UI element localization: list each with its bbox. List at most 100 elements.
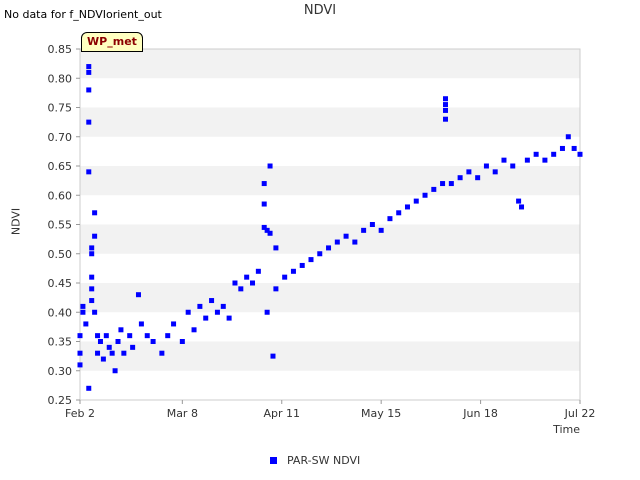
data-point bbox=[214, 309, 220, 315]
data-point bbox=[77, 333, 83, 339]
y-tick-label: 0.75 bbox=[48, 102, 73, 115]
data-point bbox=[97, 339, 103, 344]
data-point bbox=[250, 280, 256, 286]
data-point bbox=[220, 303, 226, 309]
chart-title: NDVI bbox=[303, 3, 337, 18]
data-point bbox=[565, 134, 571, 140]
grid-band bbox=[80, 166, 580, 196]
data-point bbox=[516, 198, 522, 204]
data-point bbox=[448, 181, 454, 187]
data-point bbox=[92, 309, 98, 315]
data-point bbox=[483, 163, 489, 169]
y-tick-label: 0.60 bbox=[48, 189, 73, 202]
y-tick-label: 0.65 bbox=[48, 160, 73, 173]
data-point bbox=[127, 333, 133, 339]
x-tick-label: Mar 8 bbox=[167, 407, 198, 420]
x-tick-label: Apr 11 bbox=[263, 407, 300, 420]
data-point bbox=[80, 303, 86, 309]
data-point bbox=[159, 350, 165, 356]
x-axis-label: Time bbox=[553, 423, 580, 436]
x-tick-label: May 15 bbox=[361, 407, 401, 420]
data-point bbox=[86, 69, 92, 75]
data-point bbox=[422, 192, 428, 198]
ndvi-chart: 0.25 0.30 0.35 0.40 0.45 0.50 0.55 0.60 0.65 0.70… bbox=[48, 43, 596, 420]
data-point bbox=[95, 350, 101, 356]
data-point bbox=[413, 198, 419, 204]
data-point bbox=[457, 175, 463, 181]
x-tick-label: Jul 22 bbox=[564, 407, 596, 420]
data-point bbox=[442, 102, 448, 108]
data-point bbox=[203, 315, 209, 321]
data-point bbox=[238, 286, 244, 292]
data-point bbox=[290, 268, 296, 274]
data-point bbox=[80, 309, 86, 315]
data-point bbox=[317, 251, 323, 257]
y-tick-label: 0.30 bbox=[48, 365, 73, 378]
data-point bbox=[135, 292, 141, 298]
data-point bbox=[144, 333, 150, 339]
data-point bbox=[86, 87, 92, 93]
data-point bbox=[130, 344, 136, 350]
data-point bbox=[559, 145, 565, 151]
data-point bbox=[121, 350, 127, 356]
data-point bbox=[106, 344, 112, 350]
data-point bbox=[109, 350, 115, 356]
data-point bbox=[77, 350, 83, 356]
data-point bbox=[209, 298, 215, 304]
data-point bbox=[197, 303, 203, 309]
data-point bbox=[261, 181, 267, 187]
data-point bbox=[150, 339, 156, 344]
data-point bbox=[264, 309, 270, 315]
grid-band bbox=[80, 283, 580, 313]
data-point bbox=[95, 333, 101, 339]
y-tick-label: 0.50 bbox=[48, 248, 73, 261]
data-point bbox=[519, 204, 525, 210]
data-point bbox=[165, 333, 171, 339]
data-point bbox=[343, 233, 349, 239]
data-point bbox=[261, 201, 267, 207]
y-tick-label: 0.40 bbox=[48, 306, 73, 319]
data-point bbox=[533, 151, 539, 157]
grid-bands bbox=[80, 49, 580, 400]
data-point bbox=[326, 245, 332, 251]
data-point bbox=[89, 245, 95, 251]
data-point bbox=[267, 230, 273, 236]
data-point bbox=[524, 157, 530, 163]
grid-band bbox=[80, 253, 580, 283]
data-point bbox=[118, 327, 124, 333]
data-point bbox=[466, 169, 472, 175]
data-point bbox=[86, 119, 92, 125]
legend-label: PAR-SW NDVI bbox=[287, 454, 361, 467]
data-point bbox=[103, 333, 109, 339]
data-point bbox=[92, 210, 98, 216]
y-tick-label: 0.85 bbox=[48, 43, 73, 56]
data-point bbox=[226, 315, 232, 321]
data-point bbox=[273, 245, 279, 251]
y-axis-ticks: 0.25 0.30 0.35 0.40 0.45 0.50 0.55 0.60 0.65 0.70… bbox=[48, 43, 80, 407]
y-tick-label: 0.80 bbox=[48, 72, 73, 85]
data-point bbox=[387, 216, 393, 222]
data-point bbox=[232, 280, 238, 286]
data-point bbox=[92, 233, 98, 239]
data-point bbox=[138, 321, 144, 327]
data-point bbox=[442, 116, 448, 122]
data-point bbox=[475, 175, 481, 181]
data-point bbox=[404, 204, 410, 210]
data-point bbox=[89, 298, 95, 304]
data-point bbox=[171, 321, 177, 327]
data-point bbox=[378, 227, 384, 233]
data-point bbox=[112, 368, 118, 374]
y-tick-label: 0.35 bbox=[48, 336, 73, 349]
data-point bbox=[492, 169, 498, 175]
y-tick-label: 0.25 bbox=[48, 394, 73, 407]
data-point bbox=[179, 339, 185, 344]
x-tick-label: Jun 18 bbox=[462, 407, 498, 420]
data-point bbox=[440, 181, 446, 187]
x-axis-ticks: Feb 2 Mar 8 Apr 11 May 15 Jun 18 Jul 22 bbox=[65, 400, 595, 420]
data-point bbox=[299, 262, 305, 268]
data-point bbox=[89, 286, 95, 292]
data-point bbox=[282, 274, 288, 280]
data-point bbox=[255, 268, 261, 274]
data-point bbox=[542, 157, 548, 163]
grid-band bbox=[80, 341, 580, 371]
